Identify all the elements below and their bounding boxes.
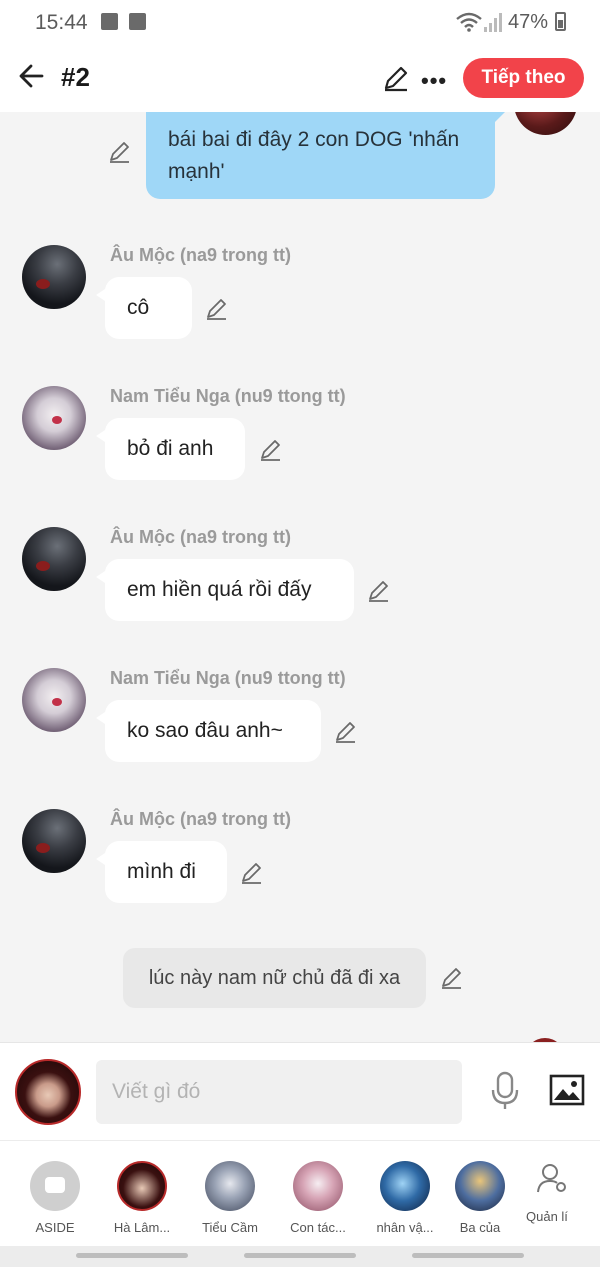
pencil-icon[interactable] <box>334 720 358 744</box>
character-label: Hà Lâm... <box>113 1220 171 1235</box>
character-selector: ASIDE Hà Lâm... Tiểu Cầm Con tác... nhân… <box>0 1140 600 1246</box>
image-icon[interactable] <box>549 1074 585 1106</box>
status-time: 15:44 <box>35 11 88 34</box>
avatar <box>455 1161 505 1211</box>
avatar[interactable] <box>22 386 86 450</box>
avatar[interactable] <box>22 527 86 591</box>
manage-user-icon[interactable] <box>535 1161 569 1195</box>
next-button[interactable]: Tiếp theo <box>463 58 584 98</box>
character-item[interactable]: nhân vậ... <box>360 1161 450 1235</box>
avatar <box>117 1161 167 1211</box>
battery-level: 47% <box>507 11 548 33</box>
avatar[interactable] <box>22 668 86 732</box>
battery-icon <box>555 12 566 31</box>
pencil-icon[interactable] <box>382 64 410 92</box>
pencil-icon[interactable] <box>367 579 391 603</box>
nav-back[interactable] <box>412 1253 524 1258</box>
sender-name: Âu Mộc (na9 trong tt) <box>110 527 291 547</box>
pencil-icon[interactable] <box>259 438 283 462</box>
wifi-icon <box>456 12 482 32</box>
character-item[interactable]: Tiểu Cầm <box>185 1161 275 1235</box>
aside-icon <box>30 1161 80 1211</box>
sender-name: Nam Tiểu Nga (nu9 ttong tt) <box>110 668 346 688</box>
nav-recent[interactable] <box>76 1253 188 1258</box>
sender-name: Âu Mộc (na9 trong tt) <box>110 809 291 829</box>
character-label: Ba của <box>459 1220 501 1235</box>
avatar <box>380 1161 430 1211</box>
avatar-self[interactable] <box>514 112 577 135</box>
self-message-bubble[interactable]: bái bai đi đây 2 con DOG 'nhấn mạnh' <box>146 112 505 199</box>
avatar <box>205 1161 255 1211</box>
character-item[interactable]: Con tác... <box>273 1161 363 1235</box>
current-character-avatar[interactable] <box>15 1059 81 1125</box>
character-label: Con tác... <box>290 1220 346 1235</box>
pencil-icon[interactable] <box>205 297 229 321</box>
chat-header: #2 ••• Tiếp theo <box>0 46 600 112</box>
message-input[interactable] <box>96 1060 462 1124</box>
character-label: nhân vậ... <box>376 1220 434 1235</box>
gallery-notification-icon <box>101 13 118 30</box>
composer <box>0 1042 600 1140</box>
character-item[interactable]: Hà Lâm... <box>97 1161 187 1235</box>
mic-icon[interactable] <box>489 1071 521 1111</box>
chat-title: #2 <box>61 62 90 92</box>
back-arrow-icon[interactable] <box>16 60 48 92</box>
message-bubble[interactable]: mình đi <box>96 841 227 903</box>
message-bubble[interactable]: bỏ đi anh <box>96 418 245 480</box>
status-bar: 15:44 47% <box>0 0 600 46</box>
message-bubble[interactable]: em hiền quá rồi đấy <box>96 559 354 621</box>
system-nav-bar <box>0 1246 600 1267</box>
avatar <box>293 1161 343 1211</box>
sender-name: Nam Tiểu Nga (nu9 ttong tt) <box>110 386 346 406</box>
character-label: ASIDE <box>35 1220 75 1235</box>
message-bubble[interactable]: cô <box>96 277 192 339</box>
nav-home[interactable] <box>244 1253 356 1258</box>
pencil-icon[interactable] <box>108 140 132 164</box>
avatar[interactable] <box>22 245 86 309</box>
message-bubble[interactable]: ko sao đâu anh~ <box>96 700 321 762</box>
character-item[interactable]: Ba của <box>440 1161 520 1235</box>
pencil-icon[interactable] <box>240 861 264 885</box>
pencil-icon[interactable] <box>440 966 464 990</box>
character-label: Tiểu Cầm <box>202 1220 258 1235</box>
more-icon[interactable]: ••• <box>421 68 447 94</box>
character-aside[interactable]: ASIDE <box>10 1161 100 1235</box>
sender-name: Âu Mộc (na9 trong tt) <box>110 245 291 265</box>
manage-label[interactable]: Quản lí <box>526 1209 568 1224</box>
narration-bubble[interactable]: lúc này nam nữ chủ đã đi xa <box>123 948 426 1008</box>
avatar[interactable] <box>22 809 86 873</box>
signal-icon <box>484 13 502 32</box>
checkbox-notification-icon <box>129 13 146 30</box>
message-list[interactable]: bái bai đi đây 2 con DOG 'nhấn mạnh' Âu … <box>0 112 600 1042</box>
